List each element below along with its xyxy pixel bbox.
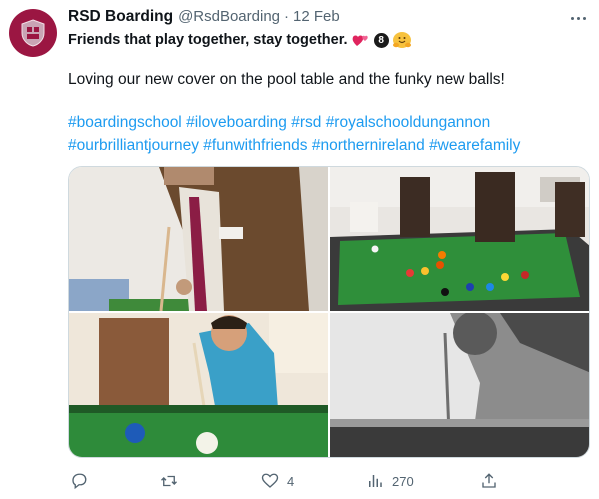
- separator: ·: [284, 8, 290, 25]
- two-hearts-icon: [352, 32, 370, 48]
- hugging-face-icon: [392, 32, 411, 48]
- pool-ball-icon: 8: [373, 32, 389, 48]
- hashtag-link[interactable]: #wearefamily: [429, 137, 520, 154]
- hashtag-link[interactable]: #funwithfriends: [203, 137, 307, 154]
- photo-child-playing: [69, 313, 328, 457]
- timestamp[interactable]: 12 Feb: [293, 8, 340, 25]
- retweet-icon: [161, 475, 177, 487]
- photo-3[interactable]: [69, 313, 328, 457]
- tweet-headline: Friends that play together, stay togethe…: [68, 32, 411, 48]
- hashtag-link[interactable]: #northernireland: [312, 137, 425, 154]
- share-icon: [482, 473, 496, 488]
- like-count: 4: [287, 473, 295, 489]
- headline-text: Friends that play together, stay togethe…: [68, 32, 348, 48]
- tweet-header: RSD Boarding @RsdBoarding · 12 Feb: [68, 8, 340, 30]
- tweet-card[interactable]: RSD Boarding @RsdBoarding · 12 Feb Frien…: [0, 0, 599, 499]
- tweet-body: Loving our new cover on the pool table a…: [68, 71, 505, 88]
- heart-icon: [261, 473, 279, 488]
- avatar[interactable]: [9, 9, 57, 57]
- hashtag-link[interactable]: #iloveboarding: [186, 114, 287, 131]
- hashtags: #boardingschool #iloveboarding #rsd #roy…: [68, 111, 588, 157]
- hashtag-link[interactable]: #royalschooldungannon: [326, 114, 491, 131]
- retweet-button[interactable]: [160, 470, 186, 492]
- like-button[interactable]: 4: [261, 470, 294, 492]
- share-button[interactable]: [480, 470, 506, 492]
- hashtag-link[interactable]: #boardingschool: [68, 114, 182, 131]
- photo-students-at-table: [330, 167, 589, 311]
- photo-4[interactable]: [330, 313, 589, 457]
- action-bar: 4 270: [68, 470, 590, 492]
- more-options-icon[interactable]: [566, 10, 590, 26]
- views-icon: [369, 475, 382, 487]
- reply-button[interactable]: [70, 470, 96, 492]
- display-name[interactable]: RSD Boarding: [68, 8, 173, 26]
- photo-black-white-shot: [330, 313, 589, 457]
- photo-grid: [68, 166, 590, 458]
- views-button[interactable]: 270: [366, 470, 414, 492]
- user-handle[interactable]: @RsdBoarding: [178, 8, 280, 25]
- views-count: 270: [392, 473, 414, 489]
- reply-icon: [72, 473, 87, 490]
- photo-1[interactable]: [69, 167, 328, 311]
- hashtag-link[interactable]: #rsd: [291, 114, 321, 131]
- hashtag-link[interactable]: #ourbrilliantjourney: [68, 137, 199, 154]
- photo-2[interactable]: [330, 167, 589, 311]
- crest-icon: [21, 19, 45, 47]
- photo-student-cueing: [69, 167, 328, 311]
